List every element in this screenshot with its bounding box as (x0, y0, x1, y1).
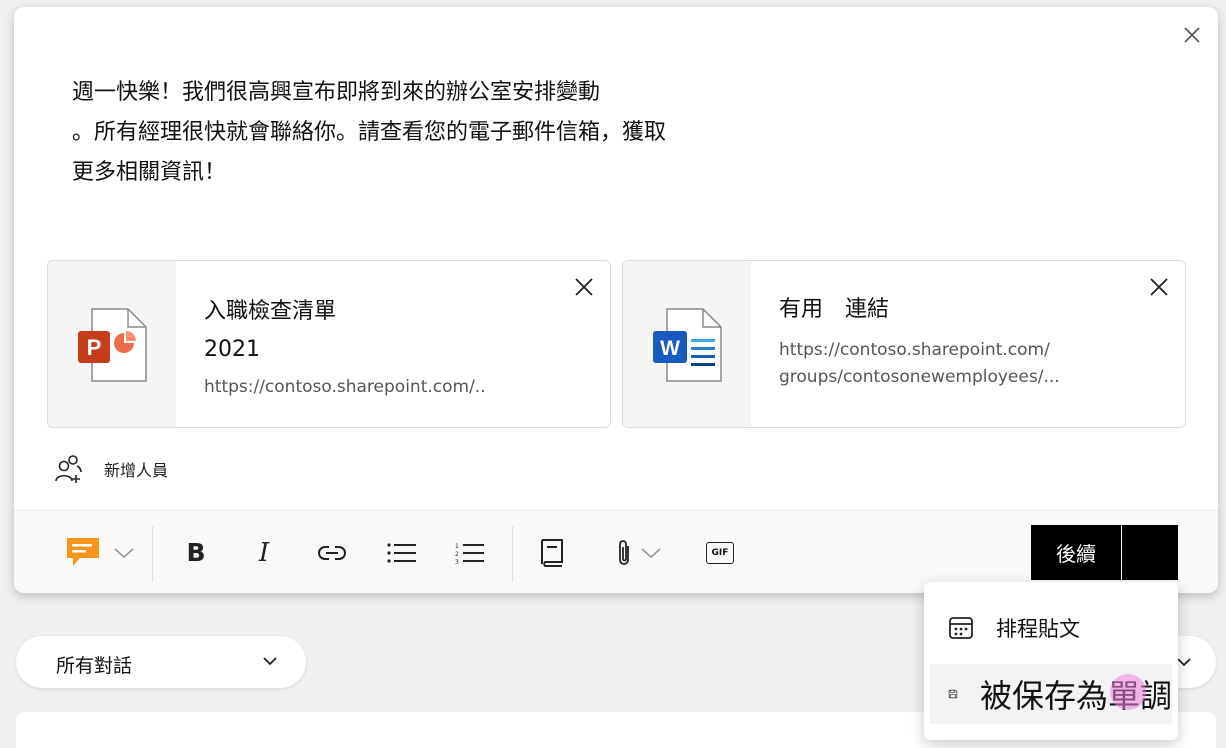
svg-text:3: 3 (455, 559, 459, 564)
numbered-list-button[interactable]: 1 2 3 (448, 511, 492, 593)
message-type-icon (67, 537, 99, 566)
italic-icon: I (258, 537, 270, 568)
save-icon (948, 689, 958, 699)
cursor-indicator (1110, 674, 1146, 710)
message-line: 更多相關資訊！ (72, 160, 227, 185)
post-composer: 週一快樂！我們很高興宣布即將到來的辦公室安排變動 。所有經理很快就會聯絡你。請查… (14, 7, 1218, 593)
send-button[interactable]: 後續 (1031, 525, 1121, 580)
svg-text:P: P (87, 335, 102, 360)
svg-text:W: W (660, 337, 680, 360)
attachment-title: 入職檢查清單 2021 (204, 293, 554, 369)
link-button[interactable] (310, 511, 354, 593)
attachment-url-line: groups/contosonewemployees/... (779, 367, 1060, 387)
add-people-label: 新增人員 (104, 461, 169, 480)
svg-text:1: 1 (455, 543, 459, 550)
message-line: 。所有經理很快就會聯絡你。請查看您的電子郵件信箱，獲取 (72, 120, 667, 145)
attachment-thumbnail: P (48, 261, 176, 427)
bullet-list-icon (387, 542, 416, 563)
attachment-title-text: 有用 連結 (779, 297, 890, 322)
chevron-down-icon (114, 547, 134, 558)
conversation-filter-dropdown[interactable]: 所有對話 (16, 636, 306, 688)
add-people-icon (55, 455, 82, 483)
chevron-down-icon (1177, 658, 1191, 667)
remove-attachment-icon[interactable] (1147, 275, 1171, 299)
menu-item-label: 排程貼文 (996, 617, 1080, 641)
attachment-title: 有用 連結 (779, 291, 1129, 329)
gif-button[interactable]: GIF (698, 511, 742, 593)
message-type-dropdown[interactable] (60, 511, 140, 593)
bold-icon: B (186, 538, 206, 567)
attachment-url: https://contoso.sharepoint.com/.. (204, 377, 486, 397)
calendar-icon (949, 617, 973, 639)
powerpoint-icon: P (78, 308, 147, 382)
bullet-list-button[interactable] (380, 511, 424, 593)
conversation-filter-label: 所有對話 (56, 655, 133, 677)
attachment-card-word[interactable]: W 有用 連結 https://contoso.sharepoint.com/ … (622, 260, 1186, 428)
italic-button[interactable]: I (242, 511, 286, 593)
knowledge-icon (541, 538, 563, 567)
toolbar-divider (152, 526, 153, 582)
attachment-title-text: 入職檢查清單 (204, 299, 337, 324)
chevron-down-icon (641, 547, 661, 558)
close-icon[interactable] (1178, 21, 1206, 49)
link-icon (318, 545, 346, 560)
svg-text:2: 2 (455, 551, 459, 558)
numbered-list-icon: 1 2 3 (455, 543, 484, 564)
bold-button[interactable]: B (174, 511, 218, 593)
gif-label: GIF (711, 547, 729, 558)
attachment-url: https://contoso.sharepoint.com/ groups/c… (779, 337, 1089, 391)
menu-item-schedule-post[interactable]: 排程貼文 (930, 598, 1172, 658)
message-line: 週一快樂！我們很高興宣布即將到來的辦公室安排變動 (72, 80, 601, 105)
attachment-url-line: https://contoso.sharepoint.com/ (779, 340, 1050, 360)
add-people-button[interactable]: 新增人員 (54, 453, 168, 485)
attach-icon (619, 539, 629, 565)
word-icon: W (653, 308, 722, 382)
attachment-subtitle: 2021 (204, 337, 260, 362)
send-options-button[interactable] (1122, 525, 1178, 580)
remove-attachment-icon[interactable] (572, 275, 596, 299)
chevron-down-icon (263, 657, 277, 666)
format-toolbar: B I 1 2 3 GIF 後續 (14, 510, 1218, 593)
gif-icon: GIF (706, 541, 734, 564)
attach-dropdown[interactable] (606, 511, 672, 593)
message-body[interactable]: 週一快樂！我們很高興宣布即將到來的辦公室安排變動 。所有經理很快就會聯絡你。請查… (72, 73, 792, 193)
attachment-card-powerpoint[interactable]: P 入職檢查清單 2021 https://contoso.sharepoint… (47, 260, 611, 428)
toolbar-divider (512, 526, 513, 582)
attachment-thumbnail: W (623, 261, 751, 427)
send-options-menu: 排程貼文 被保存為單調 (924, 582, 1178, 740)
knowledge-button[interactable] (530, 511, 574, 593)
